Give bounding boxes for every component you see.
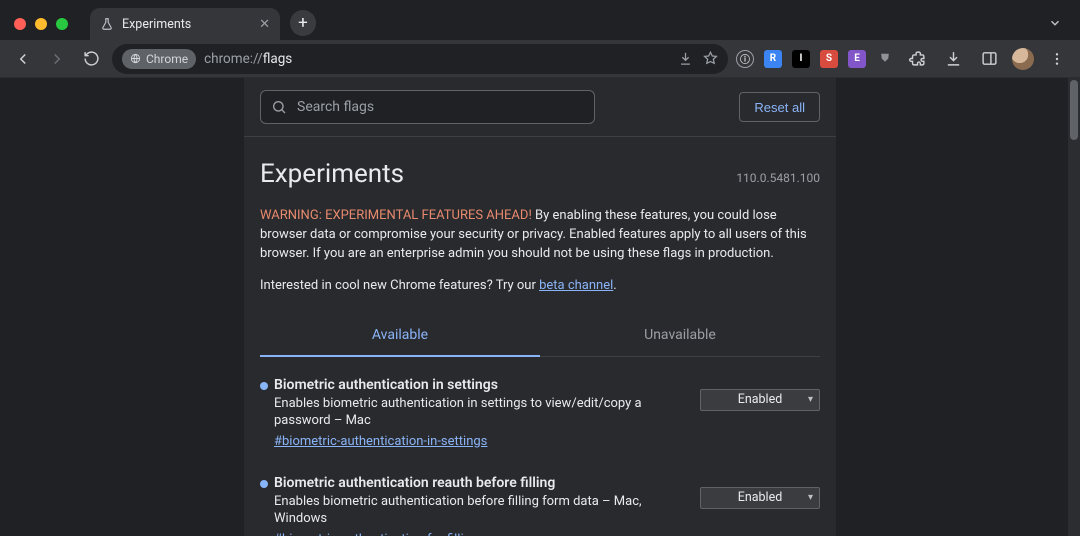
flag-state-select[interactable]: Enabled xyxy=(700,487,820,509)
downloads-icon[interactable] xyxy=(940,46,966,72)
flags-list: Biometric authentication in settings Ena… xyxy=(260,357,820,536)
profile-avatar[interactable] xyxy=(1012,48,1034,70)
flags-tabs: Available Unavailable xyxy=(260,315,820,357)
modified-dot-icon xyxy=(260,480,268,488)
reset-all-button[interactable]: Reset all xyxy=(739,92,820,122)
browser-tab[interactable]: Experiments ✕ xyxy=(90,8,280,40)
install-icon[interactable] xyxy=(678,51,693,66)
flag-item: Biometric authentication reauth before f… xyxy=(260,475,820,536)
scrollbar-track[interactable] xyxy=(1068,78,1080,536)
flags-page: Search flags Reset all Experiments 110.0… xyxy=(244,78,836,536)
tab-title: Experiments xyxy=(122,17,191,32)
bookmark-star-icon[interactable] xyxy=(703,51,718,66)
info-extension-icon[interactable]: ⓘ xyxy=(736,50,754,68)
minimize-window-icon[interactable] xyxy=(35,18,47,30)
url-text: chrome://flags xyxy=(204,51,292,67)
zoom-window-icon[interactable] xyxy=(56,18,68,30)
extensions-row: ⓘ R I S E ⛊ xyxy=(736,46,1070,72)
content-area: Search flags Reset all Experiments 110.0… xyxy=(0,78,1080,536)
search-placeholder: Search flags xyxy=(297,99,374,115)
instapaper-extension-icon[interactable]: I xyxy=(792,50,810,68)
reader-extension-icon[interactable]: R xyxy=(764,50,782,68)
flags-search-input[interactable]: Search flags xyxy=(260,90,595,124)
warning-prefix: WARNING: EXPERIMENTAL FEATURES AHEAD! xyxy=(260,208,535,223)
version-label: 110.0.5481.100 xyxy=(736,171,820,185)
search-row: Search flags Reset all xyxy=(244,78,836,136)
shield-extension-icon[interactable]: ⛊ xyxy=(876,50,894,68)
toolbar: Chrome chrome://flags ⓘ R I S E ⛊ xyxy=(0,40,1080,78)
beta-pre: Interested in cool new Chrome features? … xyxy=(260,278,539,293)
flag-hash-link[interactable]: #biometric-authentication-for-filling xyxy=(274,532,478,536)
tab-unavailable[interactable]: Unavailable xyxy=(540,315,820,356)
forward-button[interactable] xyxy=(44,46,70,72)
side-panel-icon[interactable] xyxy=(976,46,1002,72)
flag-description: Enables biometric authentication before … xyxy=(274,493,664,528)
tab-overflow-icon[interactable] xyxy=(1042,10,1068,36)
beta-line: Interested in cool new Chrome features? … xyxy=(260,278,820,293)
page-title: Experiments xyxy=(260,159,404,189)
flag-state-select[interactable]: Enabled xyxy=(700,389,820,411)
close-tab-icon[interactable]: ✕ xyxy=(259,17,270,32)
new-tab-button[interactable]: + xyxy=(290,10,316,36)
tab-available[interactable]: Available xyxy=(260,315,540,357)
modified-dot-icon xyxy=(260,382,268,390)
scrollbar-thumb[interactable] xyxy=(1070,80,1078,140)
reload-button[interactable] xyxy=(78,46,104,72)
browser-window: Experiments ✕ + Chrome chrome://flags xyxy=(0,0,1080,536)
tab-strip: Experiments ✕ + xyxy=(0,0,1080,40)
omnibox[interactable]: Chrome chrome://flags xyxy=(112,44,728,74)
purple-extension-icon[interactable]: E xyxy=(848,50,866,68)
site-chip-label: Chrome xyxy=(146,52,188,66)
beta-channel-link[interactable]: beta channel xyxy=(539,278,613,293)
back-button[interactable] xyxy=(10,46,36,72)
site-chip[interactable]: Chrome xyxy=(122,49,196,69)
close-window-icon[interactable] xyxy=(14,18,26,30)
flag-hash-link[interactable]: #biometric-authentication-in-settings xyxy=(274,434,487,449)
url-prefix: chrome:// xyxy=(204,51,263,67)
warning-text: WARNING: EXPERIMENTAL FEATURES AHEAD! By… xyxy=(260,207,820,264)
flask-icon xyxy=(100,17,114,31)
window-controls xyxy=(8,18,76,40)
url-path: flags xyxy=(263,51,293,67)
flag-item: Biometric authentication in settings Ena… xyxy=(260,377,820,475)
red-extension-icon[interactable]: S xyxy=(820,50,838,68)
search-icon xyxy=(271,99,287,115)
kebab-menu-icon[interactable] xyxy=(1044,46,1070,72)
flag-description: Enables biometric authentication in sett… xyxy=(274,395,664,430)
beta-post: . xyxy=(613,278,616,293)
extensions-puzzle-icon[interactable] xyxy=(904,46,930,72)
